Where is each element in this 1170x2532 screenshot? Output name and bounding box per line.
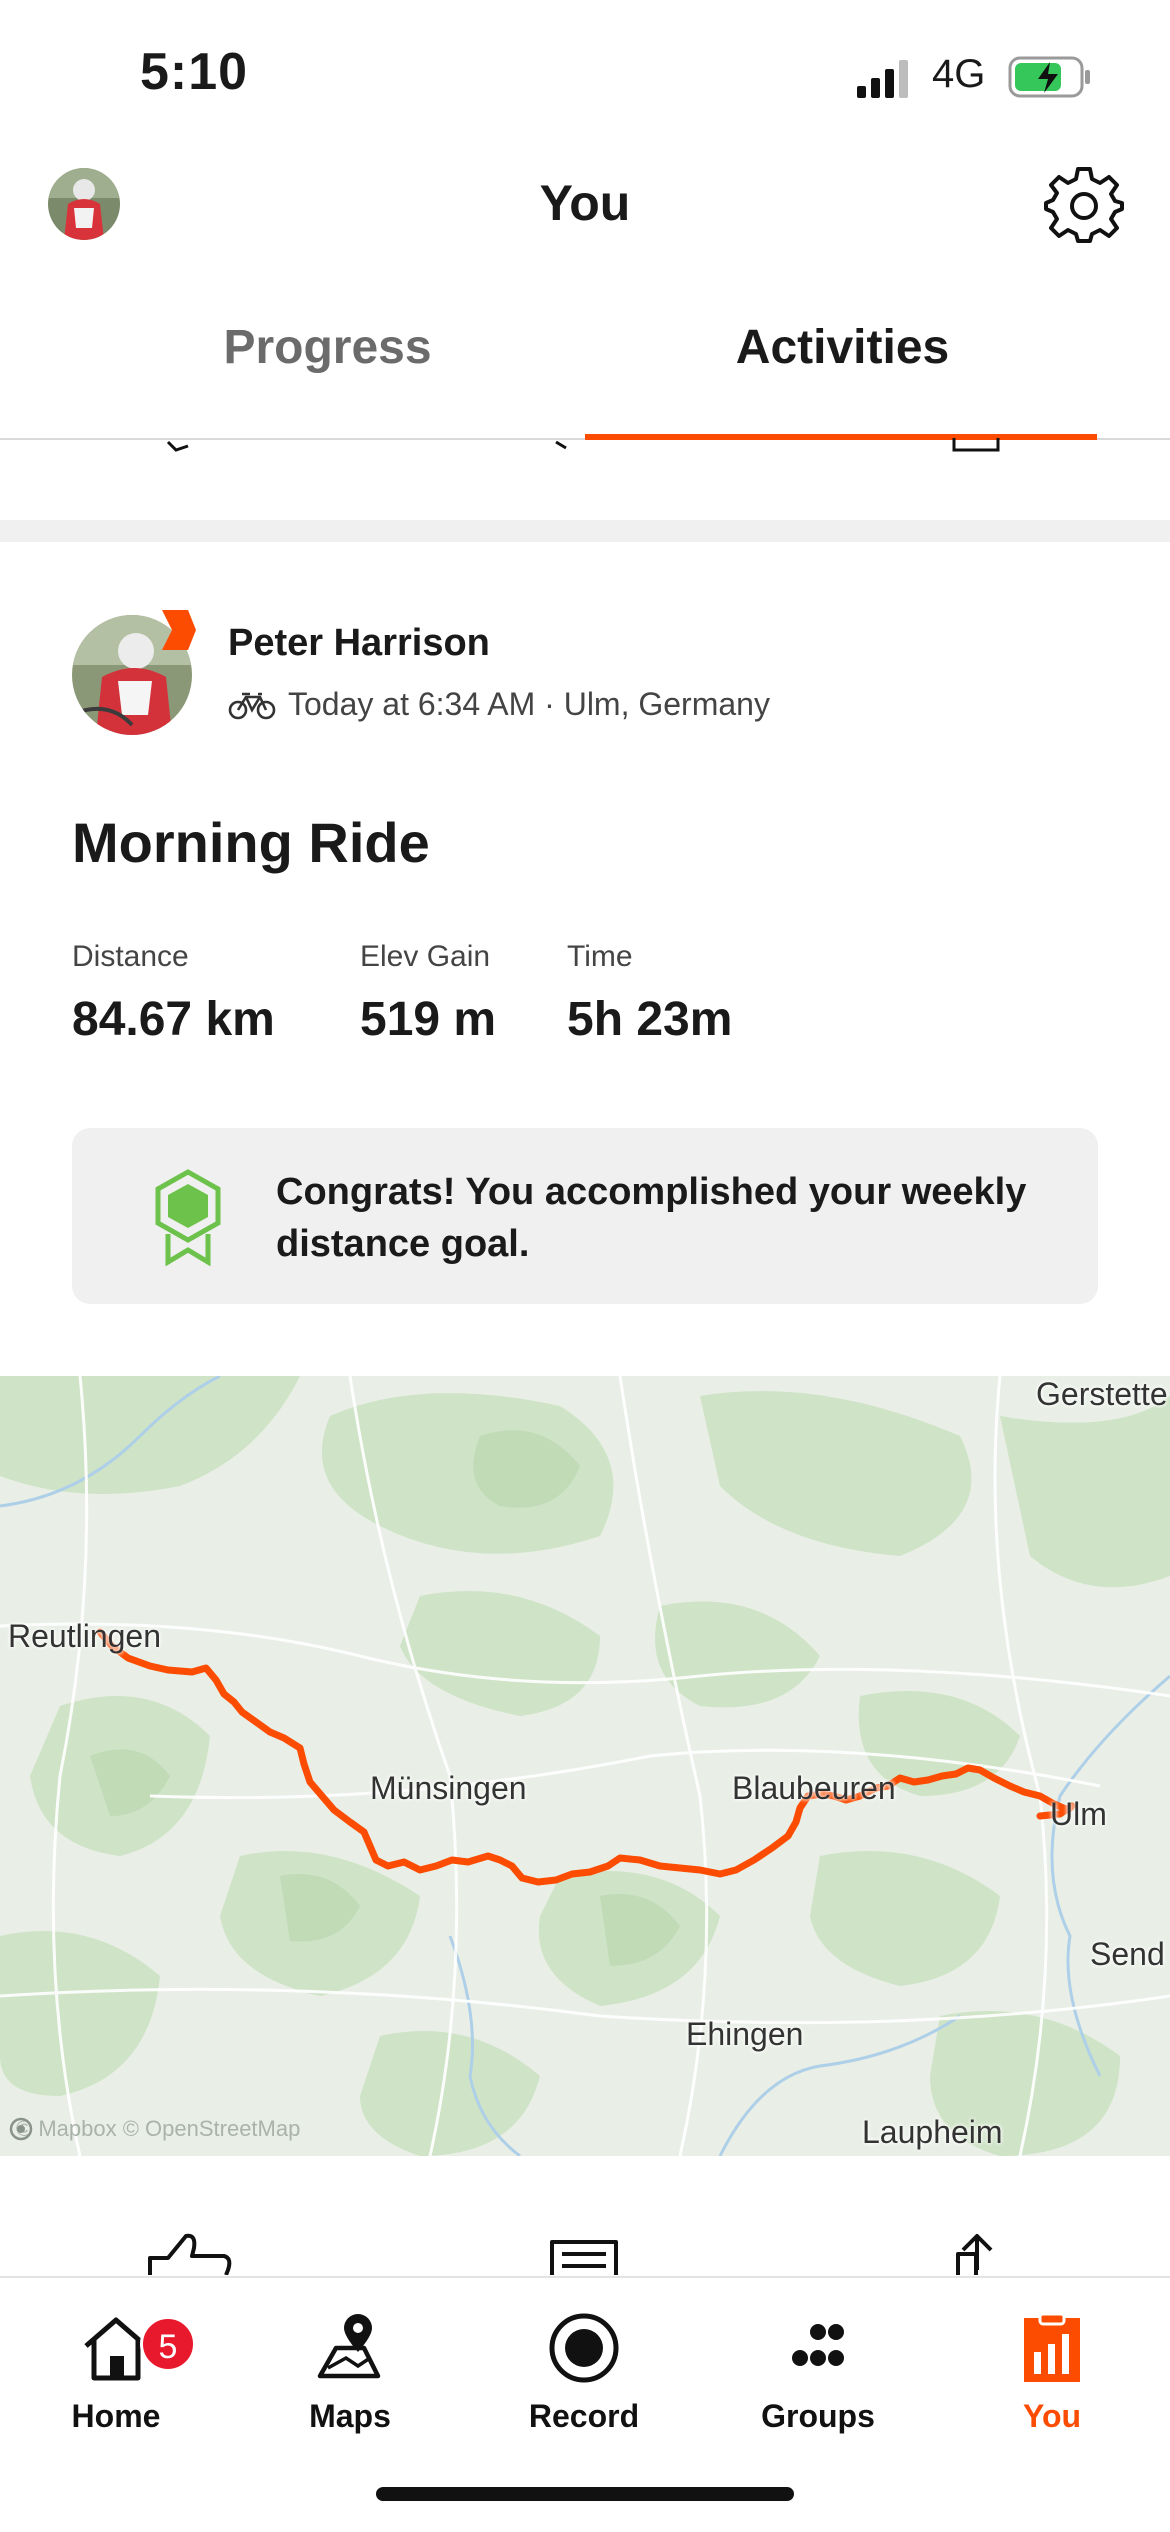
comment-icon <box>550 2240 618 2275</box>
signal-icon <box>857 60 908 98</box>
share-icon <box>956 2234 993 2275</box>
subscriber-badge-icon <box>162 610 196 650</box>
map-pin-icon <box>317 2314 381 2379</box>
map-label-reutlingen: Reutlingen <box>8 1618 161 1654</box>
nav-label: Record <box>528 2398 640 2434</box>
map-attribution: © Mapbox © OpenStreetMap <box>8 2116 300 2142</box>
stat-elev-gain: Elev Gain 519 m <box>360 940 496 1047</box>
activity-title[interactable]: Morning Ride <box>72 810 430 875</box>
kudos-icon <box>148 2233 232 2275</box>
stat-label: Distance <box>72 940 189 973</box>
nav-you[interactable]: You <box>952 2308 1152 2435</box>
tab-activities[interactable]: Activities <box>585 320 1100 375</box>
nav-groups[interactable]: Groups <box>718 2308 918 2435</box>
bike-icon <box>228 692 276 719</box>
status-bar: 5:10 4G <box>0 0 1170 150</box>
map-attribution-text: © Mapbox © OpenStreetMap <box>16 2116 301 2141</box>
activity-meta-text: Today at 6:34 AM · Ulm, Germany <box>288 686 770 722</box>
nav-label: Groups <box>761 2398 875 2434</box>
map-label-ehingen: Ehingen <box>686 2016 804 2052</box>
route-map[interactable]: Reutlingen Münsingen Blaubeuren Ulm Ehin… <box>0 1376 1170 2156</box>
stat-distance: Distance 84.67 km <box>72 940 275 1047</box>
athlete-name[interactable]: Peter Harrison <box>228 622 490 665</box>
notification-badge: 5 <box>140 2316 196 2372</box>
stat-label: Time <box>567 940 633 973</box>
tab-bar: Progress Activities <box>0 300 1170 440</box>
map-label-sendern: Send <box>1090 1936 1165 1972</box>
map-background <box>0 1376 1170 2156</box>
map-label-blaubeuren: Blaubeuren <box>732 1770 896 1806</box>
activity-action-row <box>148 2233 993 2275</box>
goal-message: Congrats! You accomplished your weekly d… <box>276 1171 1027 1265</box>
nav-label: Maps <box>309 2398 391 2434</box>
nav-label: You <box>1022 2398 1082 2434</box>
nav-home[interactable]: 5 Home <box>16 2308 216 2435</box>
goal-badge-icon <box>155 1169 221 1266</box>
goal-achievement-banner[interactable]: Congrats! You accomplished your weekly d… <box>72 1128 1098 1304</box>
stat-value: 84.67 km <box>72 993 275 1046</box>
stat-value: 519 m <box>360 993 497 1046</box>
activity-meta: Today at 6:34 AM · Ulm, Germany <box>228 686 770 723</box>
nav-record[interactable]: Record <box>484 2308 684 2435</box>
gear-icon[interactable] <box>1044 166 1124 246</box>
status-time: 5:10 <box>140 43 249 101</box>
you-chart-icon <box>1024 2312 1080 2382</box>
page-title: You <box>539 175 631 231</box>
stat-value: 5h 23m <box>567 993 733 1046</box>
nav-maps[interactable]: Maps <box>250 2308 450 2435</box>
nav-label: Home <box>71 2398 161 2434</box>
map-label-muensingen: Münsingen <box>370 1770 527 1806</box>
home-indicator <box>376 2487 794 2501</box>
app-header: You <box>0 150 1170 270</box>
section-divider <box>0 520 1170 542</box>
map-label-gerstetten: Gerstette <box>1036 1376 1168 1412</box>
mapbox-logo-icon <box>9 2117 33 2141</box>
map-label-laupheim: Laupheim <box>862 2114 1003 2150</box>
scrolled-action-icons <box>166 438 1000 452</box>
network-type: 4G <box>932 52 986 96</box>
stat-label: Elev Gain <box>360 940 491 973</box>
stat-time: Time 5h 23m <box>567 940 732 1047</box>
map-label-ulm: Ulm <box>1050 1796 1107 1832</box>
record-icon <box>549 2313 619 2383</box>
tab-progress[interactable]: Progress <box>0 320 655 375</box>
groups-icon <box>792 2324 844 2366</box>
battery-charging-icon <box>1008 56 1090 98</box>
